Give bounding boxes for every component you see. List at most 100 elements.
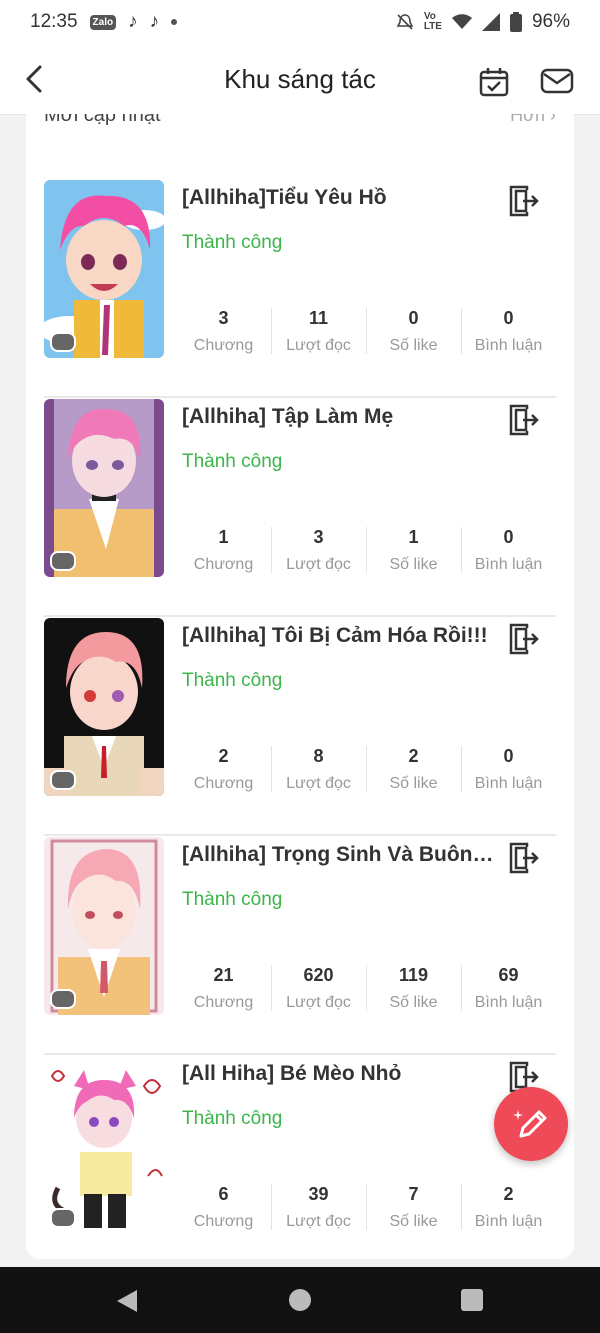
story-item[interactable]: [Allhiha]Tiểu Yêu Hồ Thành công 3 Chương … <box>44 180 556 398</box>
stat-label: Chương <box>193 775 254 792</box>
stat-likes: 1 Số like <box>366 521 461 577</box>
story-status: Thành công <box>182 451 283 472</box>
wifi-icon <box>451 14 472 29</box>
story-status: Thành công <box>182 1108 283 1129</box>
stat-value: 6 <box>218 1184 229 1204</box>
stat-value: 2 <box>408 746 419 766</box>
stat-value: 2 <box>218 746 229 766</box>
comment-badge-icon <box>50 770 76 790</box>
stat-label: Số like <box>389 775 438 792</box>
stat-reads: 39 Lượt đọc <box>271 1178 366 1234</box>
stat-value: 0 <box>503 527 514 547</box>
more-link[interactable]: Hơn › <box>510 114 556 126</box>
mail-icon[interactable] <box>540 66 574 96</box>
status-bar-left: 12:35 Zalo ♪ ♪ <box>30 11 178 33</box>
nav-recents-icon[interactable] <box>461 1289 483 1311</box>
volte-icon: Vo LTE <box>423 11 442 32</box>
battery-icon <box>509 12 522 32</box>
status-bar-right: Vo LTE 96% <box>396 11 570 33</box>
stat-likes: 119 Số like <box>366 959 461 1015</box>
story-stats: 1 Chương 3 Lượt đọc 1 Số like 0 Bình luận <box>176 521 556 577</box>
exit-icon[interactable] <box>506 184 540 218</box>
stat-reads: 8 Lượt đọc <box>271 740 366 796</box>
stat-chapters: 1 Chương <box>176 521 271 577</box>
signal-icon <box>481 13 500 31</box>
stat-label: Số like <box>389 1213 438 1230</box>
story-item[interactable]: [Allhiha] Tôi Bị Cảm Hóa Rồi!!! Thành cô… <box>44 618 556 836</box>
works-card: Mới cập nhật Hơn › [Allhiha]Tiểu Yêu Hồ … <box>26 114 574 1259</box>
story-cover[interactable] <box>44 1056 164 1234</box>
exit-icon[interactable] <box>506 622 540 656</box>
story-stats: 3 Chương 11 Lượt đọc 0 Số like 0 Bình luận <box>176 302 556 358</box>
story-title[interactable]: [Allhiha] Trọng Sinh Và Buông ... <box>182 843 502 867</box>
stat-value: 7 <box>408 1184 419 1204</box>
stat-value: 3 <box>313 527 324 547</box>
exit-icon[interactable] <box>506 841 540 875</box>
story-item[interactable]: [All Hiha] Bé Mèo Nhỏ Thành công 6 Chương… <box>44 1056 556 1259</box>
stat-label: Bình luận <box>474 337 543 354</box>
stat-label: Lượt đọc <box>286 556 351 573</box>
stat-label: Số like <box>389 556 438 573</box>
story-title[interactable]: [Allhiha]Tiểu Yêu Hồ <box>182 186 502 210</box>
comment-badge-icon <box>50 989 76 1009</box>
section-title: Mới cập nhật <box>44 114 161 126</box>
stat-value: 0 <box>408 308 419 328</box>
stat-value: 11 <box>308 308 329 328</box>
stat-chapters: 6 Chương <box>176 1178 271 1234</box>
stat-label: Lượt đọc <box>286 994 351 1011</box>
page-title: Khu sáng tác <box>224 63 376 94</box>
story-item[interactable]: [Allhiha] Trọng Sinh Và Buông ... Thành … <box>44 837 556 1055</box>
story-title[interactable]: [Allhiha] Tôi Bị Cảm Hóa Rồi!!! <box>182 624 502 648</box>
story-cover[interactable] <box>44 618 164 796</box>
stat-value: 0 <box>503 746 514 766</box>
exit-icon[interactable] <box>506 403 540 437</box>
stat-value: 2 <box>503 1184 514 1204</box>
stat-label: Bình luận <box>474 556 543 573</box>
story-item[interactable]: [Allhiha] Tập Làm Mẹ Thành công 1 Chương … <box>44 399 556 617</box>
zalo-icon: Zalo <box>89 14 117 30</box>
create-story-button[interactable] <box>494 1087 568 1161</box>
divider <box>44 615 556 617</box>
story-cover[interactable] <box>44 399 164 577</box>
divider <box>44 396 556 398</box>
stat-label: Chương <box>193 994 254 1011</box>
stat-label: Chương <box>193 337 254 354</box>
stat-label: Số like <box>389 994 438 1011</box>
stat-value: 39 <box>308 1184 329 1204</box>
calendar-check-icon[interactable] <box>478 66 510 98</box>
back-arrow-icon[interactable] <box>22 64 50 94</box>
comment-badge-icon <box>50 332 76 352</box>
status-bar: 12:35 Zalo ♪ ♪ Vo LTE 96% <box>0 0 600 44</box>
battery-percent: 96% <box>531 11 570 32</box>
story-cover[interactable] <box>44 837 164 1015</box>
divider <box>44 1053 556 1055</box>
story-status: Thành công <box>182 889 283 910</box>
stat-value: 0 <box>503 308 514 328</box>
stat-label: Lượt đọc <box>286 337 351 354</box>
more-link-label: Hơn <box>510 114 545 125</box>
story-stats: 6 Chương 39 Lượt đọc 7 Số like 2 Bình luận <box>176 1178 556 1234</box>
notification-dot-icon <box>171 19 178 25</box>
stat-label: Chương <box>193 1213 254 1230</box>
tiktok-icon: ♪ <box>128 11 138 32</box>
stat-comments: 2 Bình luận <box>461 1178 556 1234</box>
mute-bell-icon <box>396 14 414 30</box>
stat-chapters: 2 Chương <box>176 740 271 796</box>
nav-back-icon[interactable] <box>115 1289 139 1313</box>
story-title[interactable]: [Allhiha] Tập Làm Mẹ <box>182 405 502 429</box>
stat-label: Chương <box>193 556 254 573</box>
stat-label: Bình luận <box>474 994 543 1011</box>
stat-label: Bình luận <box>474 1213 543 1230</box>
story-title[interactable]: [All Hiha] Bé Mèo Nhỏ <box>182 1062 502 1086</box>
comment-badge-icon <box>50 551 76 571</box>
stat-value: 1 <box>408 527 419 547</box>
divider <box>44 834 556 836</box>
stat-comments: 69 Bình luận <box>461 959 556 1015</box>
story-cover[interactable] <box>44 180 164 358</box>
stat-value: 69 <box>498 965 519 985</box>
stat-label: Lượt đọc <box>286 775 351 792</box>
tiktok-icon: ♪ <box>149 11 160 32</box>
stat-likes: 0 Số like <box>366 302 461 358</box>
stat-label: Lượt đọc <box>286 1213 351 1230</box>
nav-home-icon[interactable] <box>289 1289 311 1311</box>
